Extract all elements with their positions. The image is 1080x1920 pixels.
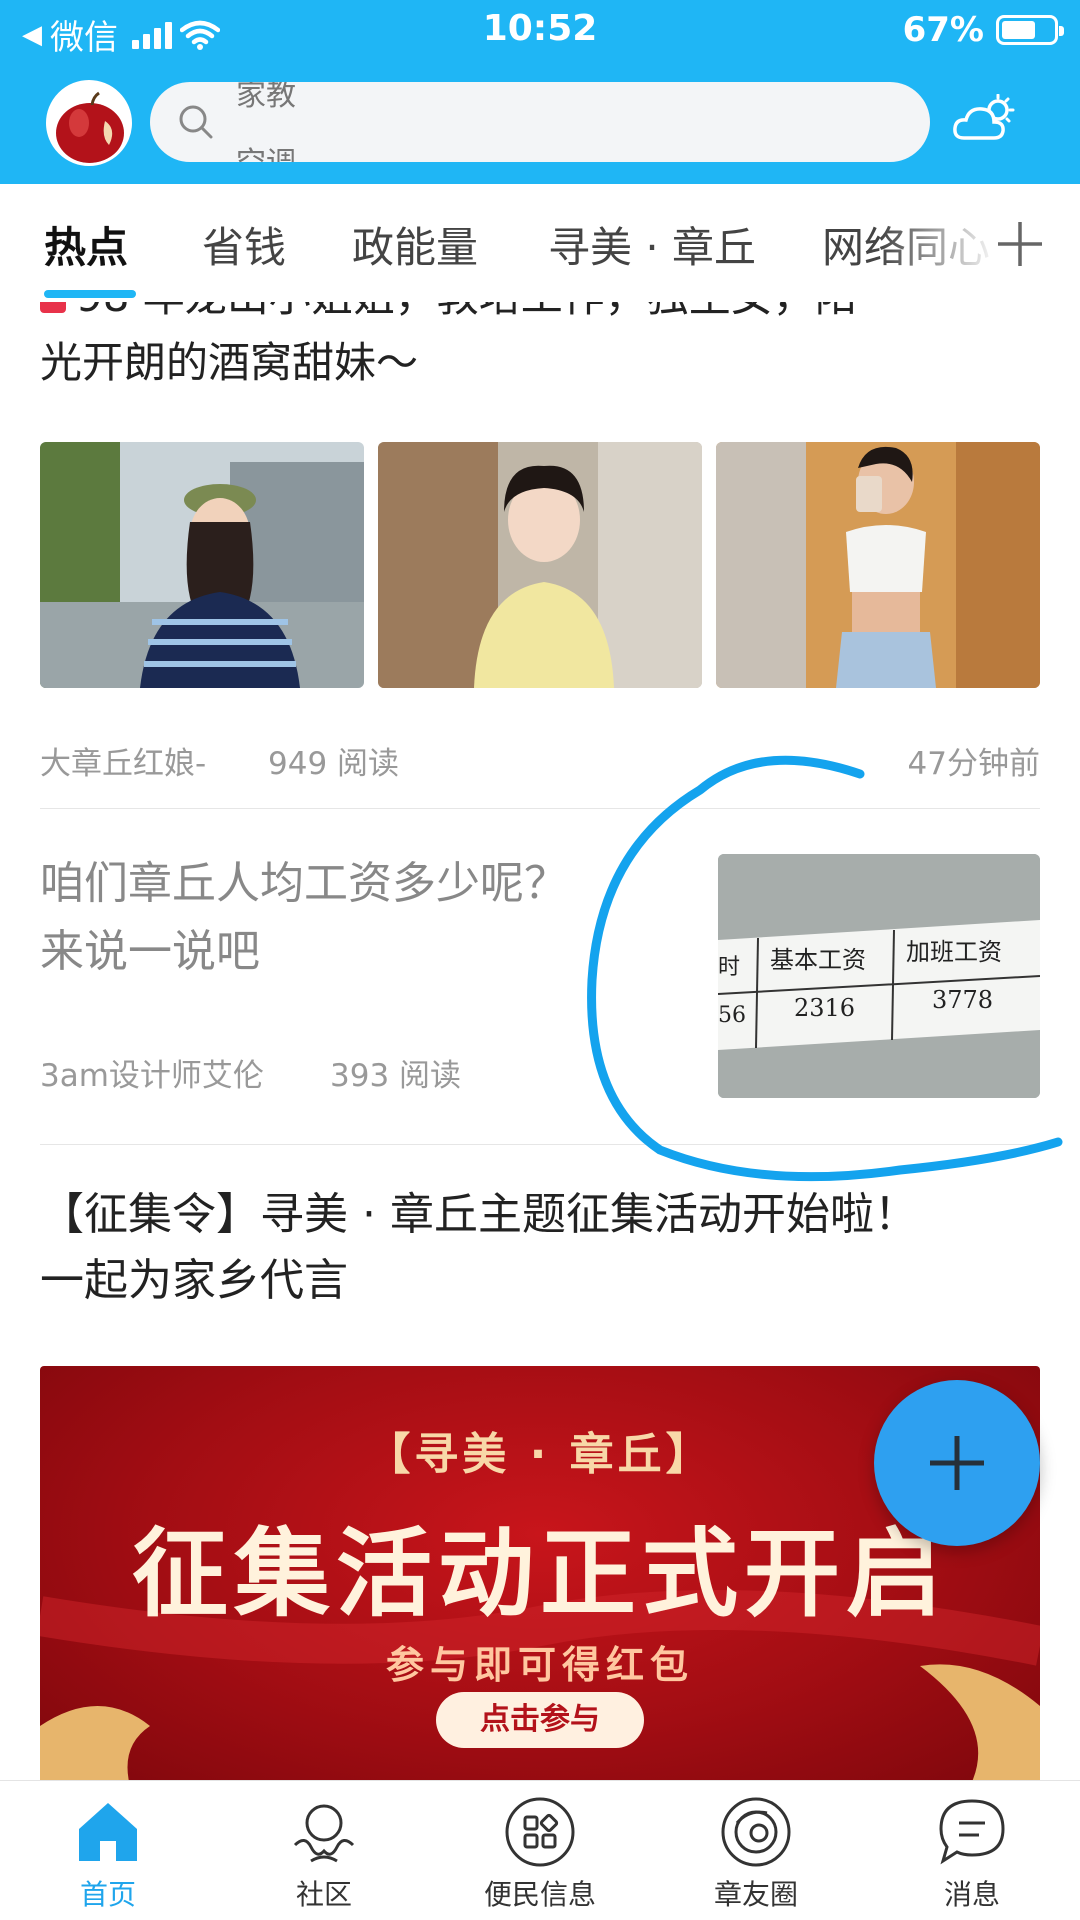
article-reads: 949 阅读 — [268, 746, 400, 782]
compose-fab[interactable] — [874, 1380, 1040, 1546]
article-title[interactable]: 【征集令】寻美 · 章丘主题征集活动开始啦！ 一起为家乡代言 — [40, 1182, 1040, 1314]
bottom-nav: 首页 社区 便民信息 章友圈 消息 — [0, 1780, 1080, 1920]
plus-icon — [930, 1436, 984, 1490]
app-header: ◀ 微信 10:52 67% 家教 — [0, 0, 1080, 184]
article-photo[interactable] — [378, 442, 702, 688]
svg-text:加班工资: 加班工资 — [906, 938, 1002, 966]
apple-avatar-icon — [49, 83, 129, 163]
article-thumbnail[interactable]: 时 56 基本工资 2316 加班工资 3778 — [718, 854, 1040, 1098]
article-reads: 393 阅读 — [330, 1058, 462, 1094]
article-author[interactable]: 大章丘红娘- — [40, 738, 206, 783]
nav-community[interactable]: 社区 — [234, 1795, 414, 1913]
nav-friends-circle[interactable]: 章友圈 — [666, 1795, 846, 1913]
tab-hot[interactable]: 热点 — [44, 214, 128, 275]
article-time: 47分钟前 — [907, 746, 1040, 782]
search-hint-bottom: 空调 — [236, 138, 296, 162]
svg-text:基本工资: 基本工资 — [770, 946, 866, 974]
home-icon — [79, 1803, 137, 1861]
community-icon — [293, 1804, 355, 1863]
article-photo[interactable] — [716, 442, 1040, 688]
add-tab-icon[interactable] — [996, 220, 1044, 268]
feed: 98 年龙山小姐姐，教培工作，独生女，阳 光开朗的酒窝甜妹～ — [0, 302, 1080, 1780]
tab-beauty-zhangqiu[interactable]: 寻美 · 章丘 — [548, 214, 756, 275]
avatar[interactable] — [46, 80, 132, 166]
article-author[interactable]: 3am设计师艾伦 — [40, 1050, 264, 1095]
weather-icon[interactable] — [952, 94, 1018, 144]
join-button[interactable]: 点击参与 — [436, 1692, 644, 1748]
friends-circle-icon — [721, 1797, 791, 1867]
divider — [40, 808, 1040, 809]
status-right: 67% — [902, 10, 1064, 50]
search-hint-top: 家教 — [236, 82, 296, 113]
divider — [40, 1144, 1040, 1145]
message-bubble-icon — [939, 1799, 1005, 1865]
tab-save-money[interactable]: 省钱 — [202, 214, 286, 275]
tab-positive-energy[interactable]: 政能量 — [352, 214, 478, 275]
svg-text:56: 56 — [718, 1003, 746, 1028]
article-title[interactable]: 98 年龙山小姐姐，教培工作，独生女，阳 光开朗的酒窝甜妹～ — [40, 302, 1040, 396]
category-tabs: 热点 省钱 政能量 寻美 · 章丘 网络同心 — [0, 184, 1080, 302]
svg-text:2316: 2316 — [794, 994, 855, 1022]
article-photo[interactable] — [40, 442, 364, 688]
banner-tagline: 参与即可得红包 — [385, 1643, 694, 1687]
search-bar[interactable]: 家教 空调 — [150, 82, 930, 162]
nav-home[interactable]: 首页 — [18, 1795, 198, 1913]
battery-percent: 67% — [902, 10, 984, 50]
services-grid-icon — [505, 1797, 575, 1867]
battery-icon — [996, 15, 1064, 45]
nav-services[interactable]: 便民信息 — [450, 1795, 630, 1913]
active-tab-indicator — [44, 290, 136, 298]
hot-tag-icon — [40, 302, 66, 313]
search-icon — [179, 105, 213, 139]
nav-messages[interactable]: 消息 — [882, 1795, 1062, 1913]
svg-text:3778: 3778 — [932, 986, 993, 1014]
article-title[interactable]: 咱们章丘人均工资多少呢？ 来说一说吧 — [40, 850, 640, 986]
svg-text:时: 时 — [718, 955, 740, 980]
status-bar: ◀ 微信 10:52 67% — [0, 0, 1080, 62]
